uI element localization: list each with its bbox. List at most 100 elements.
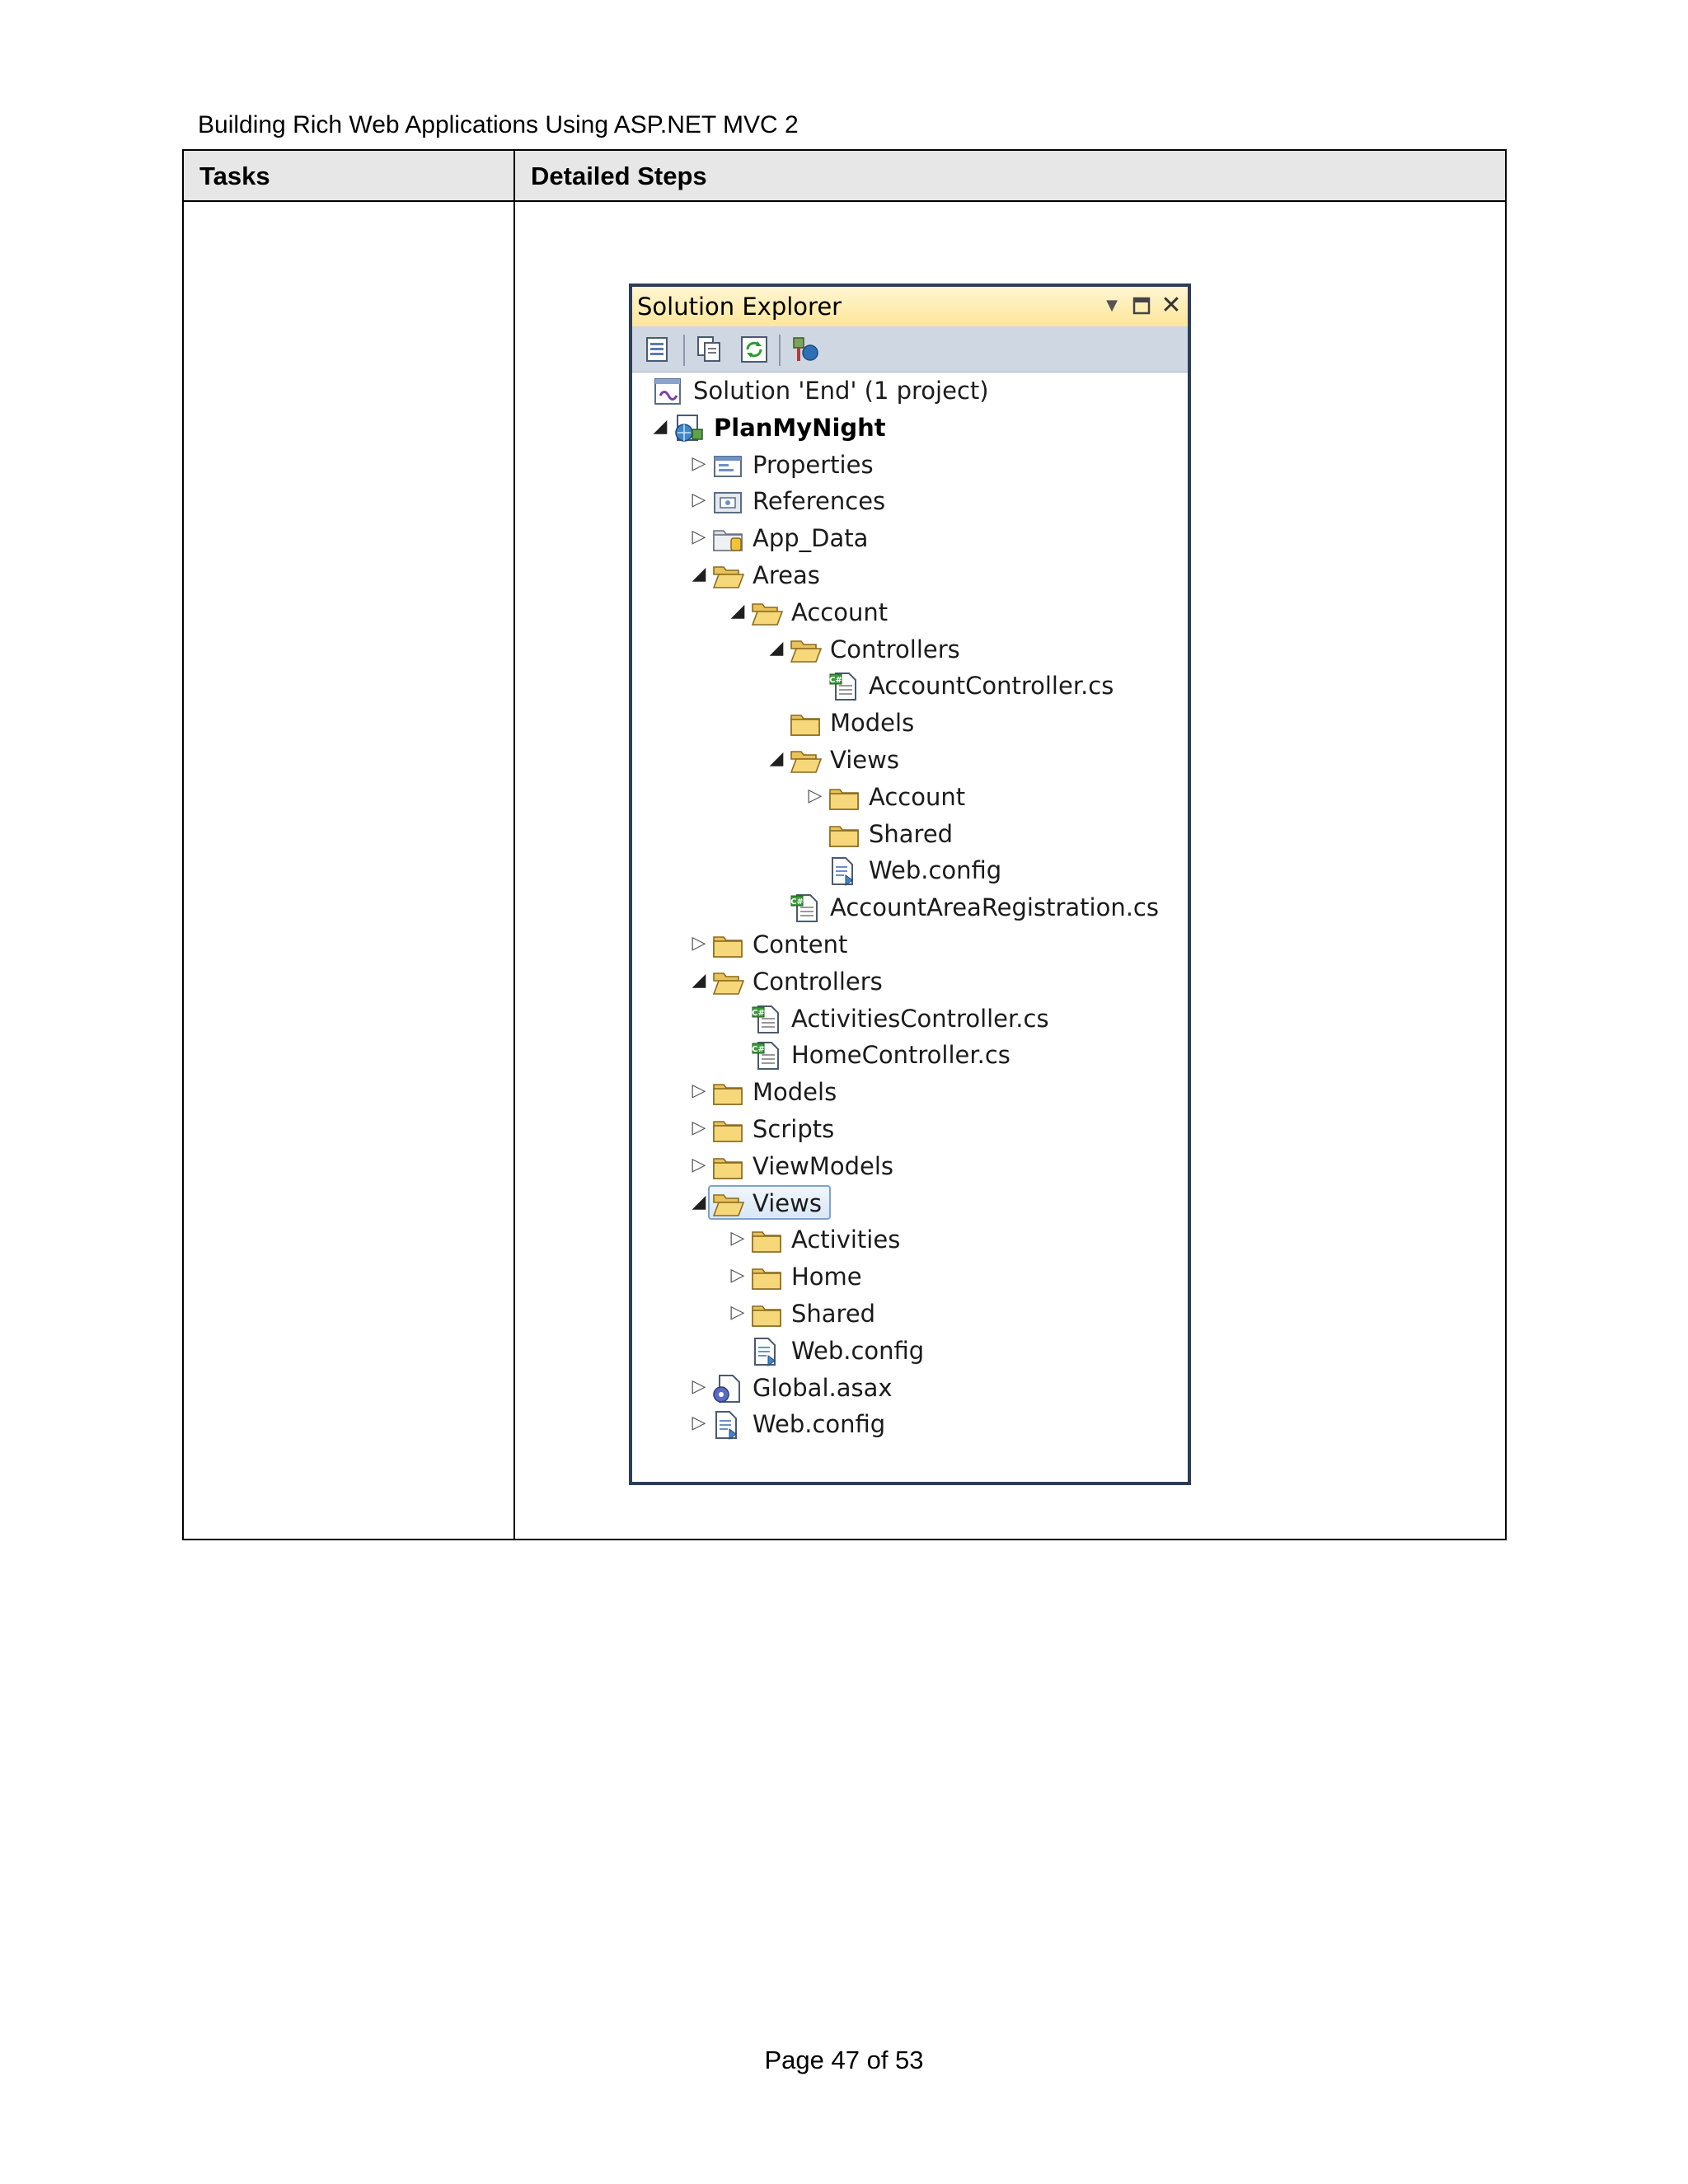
tree-node-label: Scripts bbox=[753, 1115, 835, 1143]
tree-node-label: Shared bbox=[869, 819, 954, 848]
config-file-icon bbox=[750, 1336, 783, 1367]
collapsed-arrow-icon[interactable]: ▷ bbox=[728, 1226, 748, 1251]
tree-node[interactable]: Web.config bbox=[632, 852, 1188, 888]
tree-node-label: Account bbox=[869, 782, 966, 811]
tasks-column-header: Tasks bbox=[199, 162, 270, 190]
document-header: Building Rich Web Applications Using ASP… bbox=[198, 111, 799, 138]
tree-node[interactable]: Shared bbox=[632, 816, 1188, 852]
tree-node[interactable]: ▷ Activities bbox=[632, 1221, 1188, 1258]
collapsed-arrow-icon[interactable]: ▷ bbox=[689, 525, 709, 550]
tree-node-label: Controllers bbox=[830, 635, 960, 663]
table-header-row: Tasks Detailed Steps bbox=[184, 151, 1505, 202]
collapsed-arrow-icon[interactable]: ▷ bbox=[689, 931, 709, 956]
expanded-arrow-icon[interactable]: ◢ bbox=[728, 599, 748, 624]
folder-icon bbox=[711, 1114, 744, 1146]
config-file-icon bbox=[828, 855, 860, 887]
collapsed-arrow-icon[interactable]: ▷ bbox=[689, 1375, 709, 1399]
collapsed-arrow-icon[interactable]: ▷ bbox=[689, 1411, 709, 1436]
properties-icon[interactable] bbox=[644, 335, 673, 364]
tree-node-label: Home bbox=[791, 1263, 862, 1291]
tree-node[interactable]: C# AccountAreaRegistration.cs bbox=[632, 889, 1188, 926]
tree-node[interactable]: ▷ Models bbox=[632, 1074, 1188, 1110]
refresh-icon[interactable] bbox=[739, 335, 769, 364]
tree-node-label: Controllers bbox=[753, 967, 883, 996]
tree-node-label: Properties bbox=[753, 450, 874, 479]
tree-node[interactable]: ▷ Properties bbox=[632, 447, 1188, 483]
tree-node-label: AccountController.cs bbox=[869, 672, 1114, 701]
collapsed-arrow-icon[interactable]: ▷ bbox=[728, 1263, 748, 1288]
solution-explorer-window: Solution Explorer ▼ ✕ Solution 'End' (1 … bbox=[629, 284, 1191, 1485]
tree-node[interactable]: ▷ Home bbox=[632, 1258, 1188, 1295]
solution-explorer-title-bar: Solution Explorer ▼ ✕ bbox=[632, 287, 1188, 326]
tree-node[interactable]: C# HomeController.cs bbox=[632, 1037, 1188, 1073]
toolbar-separator bbox=[683, 335, 685, 366]
tree-node[interactable]: ▷ ViewModels bbox=[632, 1148, 1188, 1184]
tree-node-label: AccountAreaRegistration.cs bbox=[830, 893, 1159, 922]
tree-node-label: Views bbox=[753, 1188, 822, 1217]
collapsed-arrow-icon[interactable]: ▷ bbox=[728, 1301, 748, 1325]
show-all-files-icon[interactable] bbox=[695, 335, 724, 364]
close-icon[interactable]: ✕ bbox=[1158, 292, 1184, 320]
open-folder-icon bbox=[789, 745, 823, 776]
tree-node[interactable]: ▷ Content bbox=[632, 926, 1188, 963]
collapsed-arrow-icon[interactable]: ▷ bbox=[805, 784, 825, 808]
tree-node[interactable]: C# AccountController.cs bbox=[632, 668, 1188, 704]
maximize-icon[interactable] bbox=[1128, 292, 1155, 320]
tree-node[interactable]: ▷ App_Data bbox=[632, 520, 1188, 556]
csharp-file-icon: C# bbox=[750, 1040, 783, 1071]
tree-node[interactable]: ◢ Areas bbox=[632, 557, 1188, 593]
svg-text:C#: C# bbox=[790, 898, 804, 907]
tree-node[interactable]: ◢ Controllers bbox=[632, 631, 1188, 668]
tree-node[interactable]: ◢ Views bbox=[632, 1184, 1188, 1221]
expanded-arrow-icon[interactable]: ◢ bbox=[689, 968, 709, 993]
open-folder-icon bbox=[789, 635, 823, 666]
collapsed-arrow-icon[interactable]: ▷ bbox=[689, 1116, 709, 1141]
properties-folder-icon bbox=[711, 450, 744, 481]
tree-node-label: App_Data bbox=[753, 524, 869, 553]
references-icon bbox=[711, 486, 744, 518]
tree-node[interactable]: ▷ Shared bbox=[632, 1296, 1188, 1332]
class-diagram-icon[interactable] bbox=[790, 335, 820, 364]
tree-node[interactable]: Models bbox=[632, 705, 1188, 741]
tree-node[interactable]: ◢ Views bbox=[632, 742, 1188, 778]
folder-icon bbox=[711, 930, 744, 961]
tree-node[interactable]: ▷ Account bbox=[632, 779, 1188, 815]
tree-node[interactable]: ◢ Account bbox=[632, 594, 1188, 630]
expanded-arrow-icon[interactable]: ◢ bbox=[689, 1190, 709, 1215]
expanded-arrow-icon[interactable]: ◢ bbox=[650, 415, 670, 439]
expanded-arrow-icon[interactable]: ◢ bbox=[767, 636, 786, 661]
folder-icon bbox=[711, 1077, 744, 1108]
tree-node-label: Views bbox=[830, 746, 899, 774]
window-position-menu-icon[interactable]: ▼ bbox=[1099, 292, 1125, 320]
tree-node[interactable]: ▷ Web.config bbox=[632, 1406, 1188, 1442]
svg-text:C#: C# bbox=[752, 1009, 765, 1018]
tree-node[interactable]: ◢ PlanMyNight bbox=[632, 410, 1188, 446]
tree-node[interactable]: Solution 'End' (1 project) bbox=[632, 373, 1188, 409]
csharp-file-icon: C# bbox=[828, 671, 860, 702]
folder-icon bbox=[789, 708, 822, 739]
tree-node[interactable]: ◢ Controllers bbox=[632, 963, 1188, 1000]
folder-icon bbox=[750, 1225, 783, 1256]
solution-tree: Solution 'End' (1 project) ◢ PlanMyNight ▷ P… bbox=[632, 373, 1188, 1482]
web-project-icon bbox=[673, 413, 706, 444]
tree-node-label: Web.config bbox=[869, 856, 1002, 885]
collapsed-arrow-icon[interactable]: ▷ bbox=[689, 452, 709, 476]
tree-node-label: Content bbox=[753, 930, 848, 958]
open-folder-icon bbox=[711, 967, 745, 998]
tree-node-label: Models bbox=[753, 1078, 837, 1107]
page-number: Page 47 of 53 bbox=[764, 2046, 924, 2074]
svg-text:C#: C# bbox=[752, 1045, 765, 1054]
tree-node[interactable]: Web.config bbox=[632, 1333, 1188, 1369]
tree-node[interactable]: ▷ Global.asax bbox=[632, 1370, 1188, 1406]
collapsed-arrow-icon[interactable]: ▷ bbox=[689, 1153, 709, 1178]
expanded-arrow-icon[interactable]: ◢ bbox=[689, 562, 709, 587]
tree-node-label: ActivitiesController.cs bbox=[791, 1004, 1049, 1033]
tree-node[interactable]: ▷ References bbox=[632, 483, 1188, 519]
collapsed-arrow-icon[interactable]: ▷ bbox=[689, 1079, 709, 1104]
column-divider bbox=[513, 151, 515, 1539]
tree-node[interactable]: ▷ Scripts bbox=[632, 1111, 1188, 1147]
csharp-file-icon: C# bbox=[789, 893, 822, 924]
tree-node[interactable]: C# ActivitiesController.cs bbox=[632, 1001, 1188, 1037]
expanded-arrow-icon[interactable]: ◢ bbox=[767, 747, 786, 771]
collapsed-arrow-icon[interactable]: ▷ bbox=[689, 488, 709, 513]
